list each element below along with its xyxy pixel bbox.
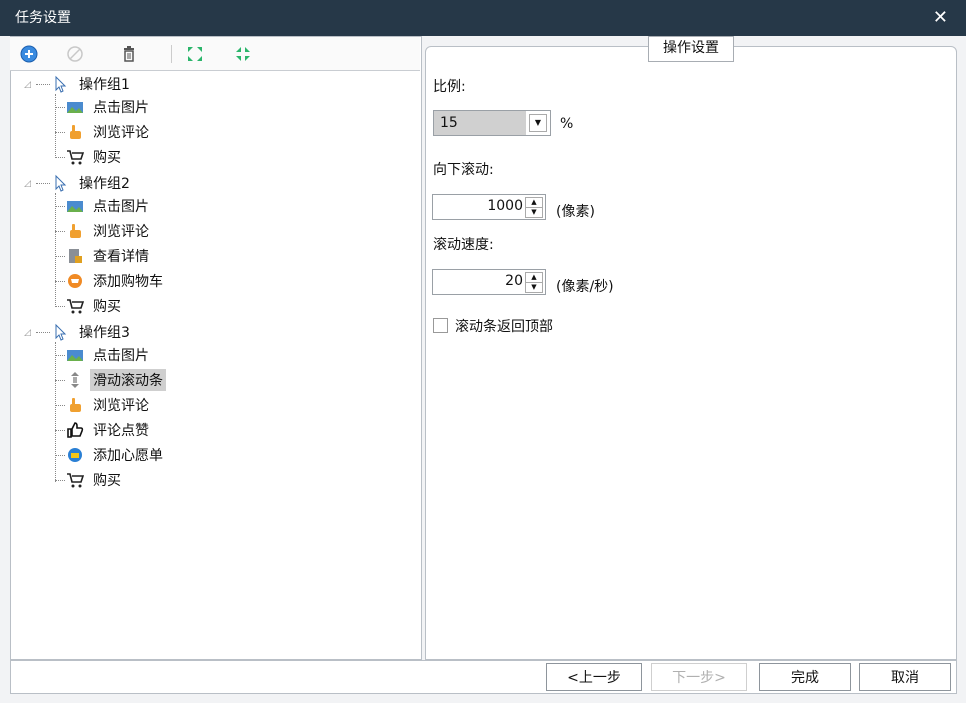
tree-item-selected[interactable]: 滑动滚动条	[66, 369, 166, 391]
spinner-buttons[interactable]: ▲ ▼	[525, 197, 543, 218]
add-cart-icon	[68, 274, 82, 288]
scroll-down-label: 向下滚动:	[433, 162, 494, 178]
prev-button[interactable]: <上一步	[546, 663, 642, 691]
expand-all-button[interactable]	[184, 43, 206, 65]
disable-button[interactable]	[64, 43, 86, 65]
ratio-combo[interactable]: 15 ▼	[433, 110, 551, 136]
ratio-label: 比例:	[433, 79, 466, 95]
tree-item[interactable]: 点击图片	[66, 96, 152, 118]
return-top-label: 滚动条返回顶部	[455, 319, 553, 335]
toolbar-separator	[171, 45, 172, 63]
disable-icon	[67, 46, 83, 62]
collapse-icon	[236, 47, 250, 61]
collapse-triangle-icon[interactable]: ◿	[24, 80, 31, 90]
cart-icon	[67, 473, 84, 488]
tree-group-label: 操作组1	[79, 77, 130, 93]
hand-pointer-icon	[70, 125, 81, 139]
spin-up-icon: ▲	[526, 198, 542, 208]
collapse-triangle-icon[interactable]: ◿	[24, 328, 31, 338]
tree-item[interactable]: 购买	[66, 146, 124, 168]
return-top-checkbox[interactable]	[433, 318, 448, 333]
spinner-buttons[interactable]: ▲ ▼	[525, 272, 543, 293]
hand-pointer-icon	[70, 398, 81, 412]
tree-group-3[interactable]: 操作组3	[52, 321, 133, 343]
ratio-unit: %	[560, 116, 574, 132]
picture-icon	[67, 102, 83, 113]
details-icon	[69, 249, 82, 263]
tree-group-1[interactable]: 操作组1	[52, 73, 133, 95]
spin-down-icon: ▼	[531, 208, 537, 216]
add-icon	[20, 45, 38, 63]
chevron-down-icon[interactable]: ▼	[529, 114, 547, 132]
collapse-all-button[interactable]	[232, 43, 254, 65]
close-button[interactable]: ✕	[933, 7, 948, 28]
operation-settings-panel	[425, 46, 957, 660]
expand-icon	[188, 47, 202, 61]
picture-icon	[67, 201, 83, 212]
tree-item[interactable]: 点击图片	[66, 195, 152, 217]
tree-item[interactable]: 添加心愿单	[66, 444, 166, 466]
tree-item[interactable]: 购买	[66, 295, 124, 317]
spin-down-icon: ▼	[531, 283, 537, 291]
cursor-icon	[55, 174, 67, 192]
hand-pointer-icon	[70, 224, 81, 238]
tree-item[interactable]: 查看详情	[66, 245, 152, 267]
window-title: 任务设置	[15, 10, 71, 26]
next-button[interactable]: 下一步>	[651, 663, 747, 691]
tree-group-2[interactable]: 操作组2	[52, 172, 133, 194]
scroll-down-unit: (像素)	[556, 204, 595, 220]
tree-item[interactable]: 评论点赞	[66, 419, 152, 441]
finish-button[interactable]: 完成	[759, 663, 851, 691]
collapse-triangle-icon[interactable]: ◿	[24, 179, 31, 189]
scroll-icon	[71, 372, 79, 388]
add-button[interactable]	[18, 43, 40, 65]
picture-icon	[67, 350, 83, 361]
cart-icon	[67, 150, 84, 165]
cart-icon	[67, 299, 84, 314]
title-bar: 任务设置 ✕	[0, 0, 966, 36]
thumbs-up-icon	[67, 422, 84, 438]
scroll-speed-label: 滚动速度:	[433, 237, 494, 253]
tree-item[interactable]: 浏览评论	[66, 121, 152, 143]
tree-item[interactable]: 浏览评论	[66, 220, 152, 242]
scroll-speed-spinner[interactable]: 20 ▲ ▼	[432, 269, 546, 295]
cursor-icon	[55, 323, 67, 341]
scroll-speed-unit: (像素/秒)	[556, 279, 614, 295]
scroll-down-value: 1000	[487, 198, 523, 214]
cursor-icon	[55, 75, 67, 93]
wishlist-icon	[68, 448, 82, 462]
scroll-speed-value: 20	[505, 273, 523, 289]
ratio-value: 15	[434, 111, 526, 135]
tree-item[interactable]: 购买	[66, 469, 124, 491]
tree-item[interactable]: 添加购物车	[66, 270, 166, 292]
tree-item[interactable]: 点击图片	[66, 344, 152, 366]
trash-icon	[124, 46, 134, 62]
cancel-button[interactable]: 取消	[859, 663, 951, 691]
tree-toolbar	[10, 37, 420, 71]
spin-up-icon: ▲	[526, 273, 542, 283]
scroll-down-spinner[interactable]: 1000 ▲ ▼	[432, 194, 546, 220]
panel-legend: 操作设置	[648, 36, 734, 62]
tree-item[interactable]: 浏览评论	[66, 394, 152, 416]
delete-button[interactable]	[118, 43, 140, 65]
